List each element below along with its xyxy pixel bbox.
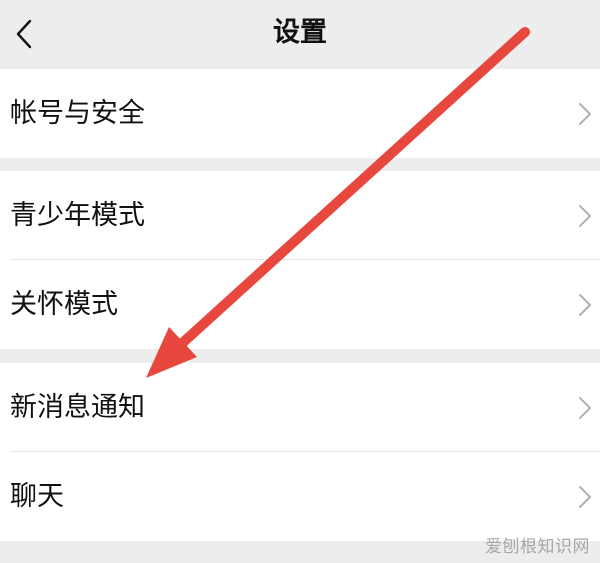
- settings-item-label: 新消息通知: [10, 392, 145, 423]
- navigation-bar: 设置: [0, 0, 600, 68]
- chevron-right-icon: [579, 294, 591, 316]
- settings-group-modes: 青少年模式 关怀模式: [0, 171, 600, 349]
- settings-item-chat[interactable]: 聊天: [0, 452, 600, 541]
- settings-item-label: 关怀模式: [10, 289, 118, 320]
- settings-group-messages: 新消息通知 聊天: [0, 363, 600, 541]
- settings-group-account: 帐号与安全: [0, 69, 600, 158]
- chevron-right-icon: [579, 397, 591, 419]
- settings-item-label: 聊天: [10, 481, 64, 512]
- settings-item-teen-mode[interactable]: 青少年模式: [0, 171, 600, 260]
- watermark: 爱刨根知识网: [485, 537, 590, 557]
- settings-item-care-mode[interactable]: 关怀模式: [0, 260, 600, 349]
- settings-item-label: 青少年模式: [10, 200, 145, 231]
- chevron-right-icon: [579, 205, 591, 227]
- settings-item-new-message-notifications[interactable]: 新消息通知: [0, 363, 600, 452]
- page-title: 设置: [273, 17, 327, 48]
- chevron-right-icon: [579, 103, 591, 125]
- settings-item-label: 帐号与安全: [10, 98, 145, 129]
- settings-item-account-security[interactable]: 帐号与安全: [0, 69, 600, 158]
- chevron-right-icon: [579, 486, 591, 508]
